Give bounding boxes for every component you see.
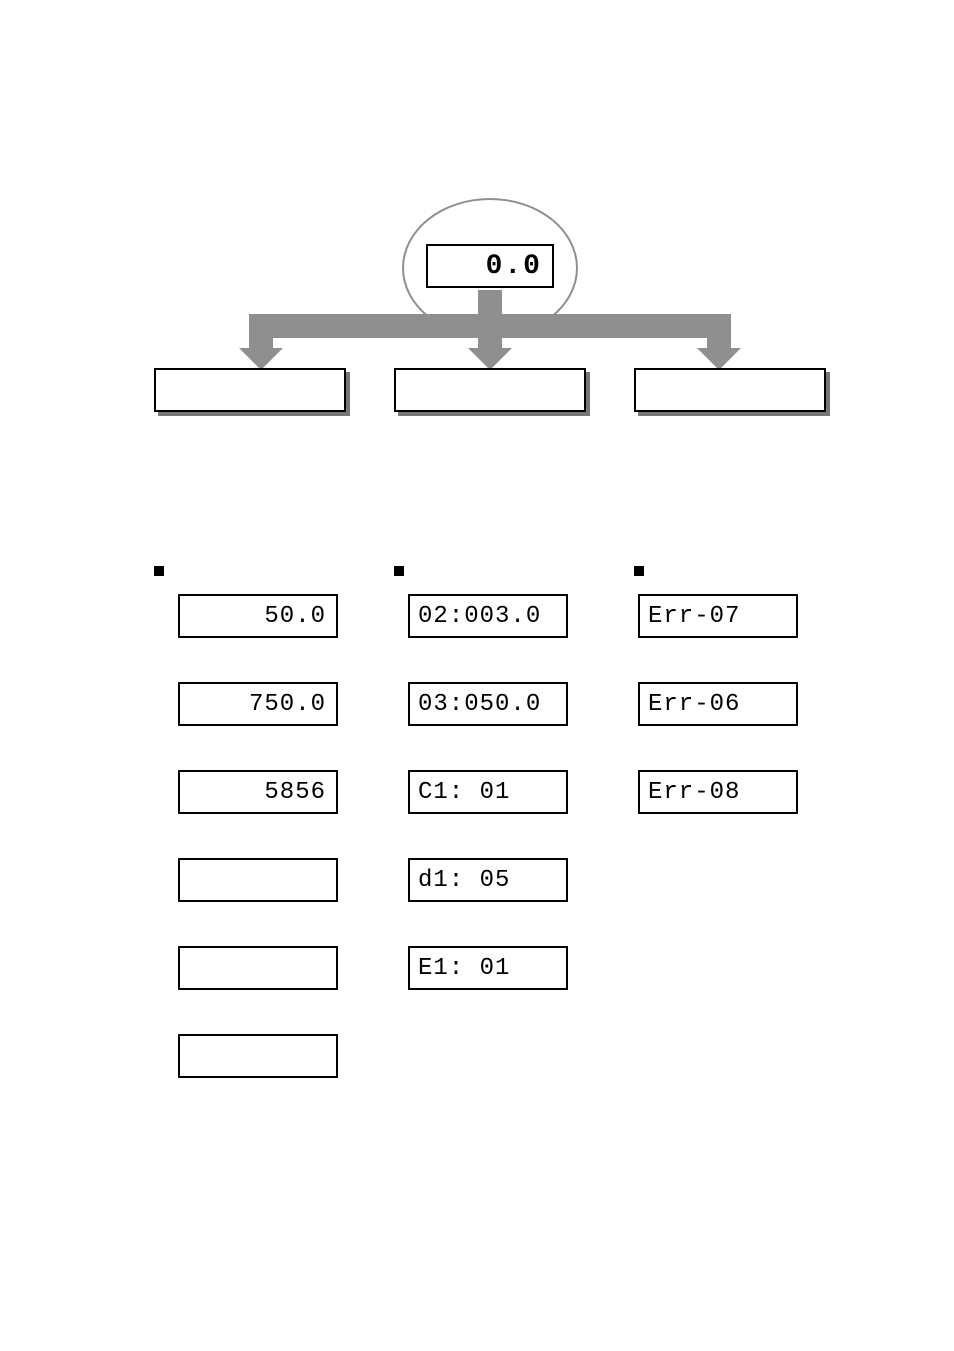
arrowhead-icon — [468, 348, 512, 370]
lcd-display: C1: 01 — [408, 770, 568, 814]
square-bullet-icon — [394, 566, 404, 576]
section-label-right — [634, 566, 652, 576]
mode-box-mid — [394, 368, 586, 412]
arrowhead-icon — [697, 348, 741, 370]
lcd-display: E1: 01 — [408, 946, 568, 990]
mode-box-right — [634, 368, 826, 412]
lcd-display — [178, 858, 338, 902]
lcd-display: 5856 — [178, 770, 338, 814]
square-bullet-icon — [634, 566, 644, 576]
arrowhead-icon — [239, 348, 283, 370]
section-label-mid — [394, 566, 412, 576]
mode-box-left — [154, 368, 346, 412]
lcd-display: Err-08 — [638, 770, 798, 814]
lcd-display: 02:003.0 — [408, 594, 568, 638]
lcd-display — [178, 1034, 338, 1078]
square-bullet-icon — [154, 566, 164, 576]
top-lcd: 0.0 — [426, 244, 554, 288]
lcd-display: Err-06 — [638, 682, 798, 726]
lcd-display — [178, 946, 338, 990]
lcd-display: Err-07 — [638, 594, 798, 638]
lcd-display: 50.0 — [178, 594, 338, 638]
arrow-segment — [249, 314, 731, 338]
lcd-display: d1: 05 — [408, 858, 568, 902]
section-label-left — [154, 566, 172, 576]
lcd-display: 03:050.0 — [408, 682, 568, 726]
lcd-display: 750.0 — [178, 682, 338, 726]
